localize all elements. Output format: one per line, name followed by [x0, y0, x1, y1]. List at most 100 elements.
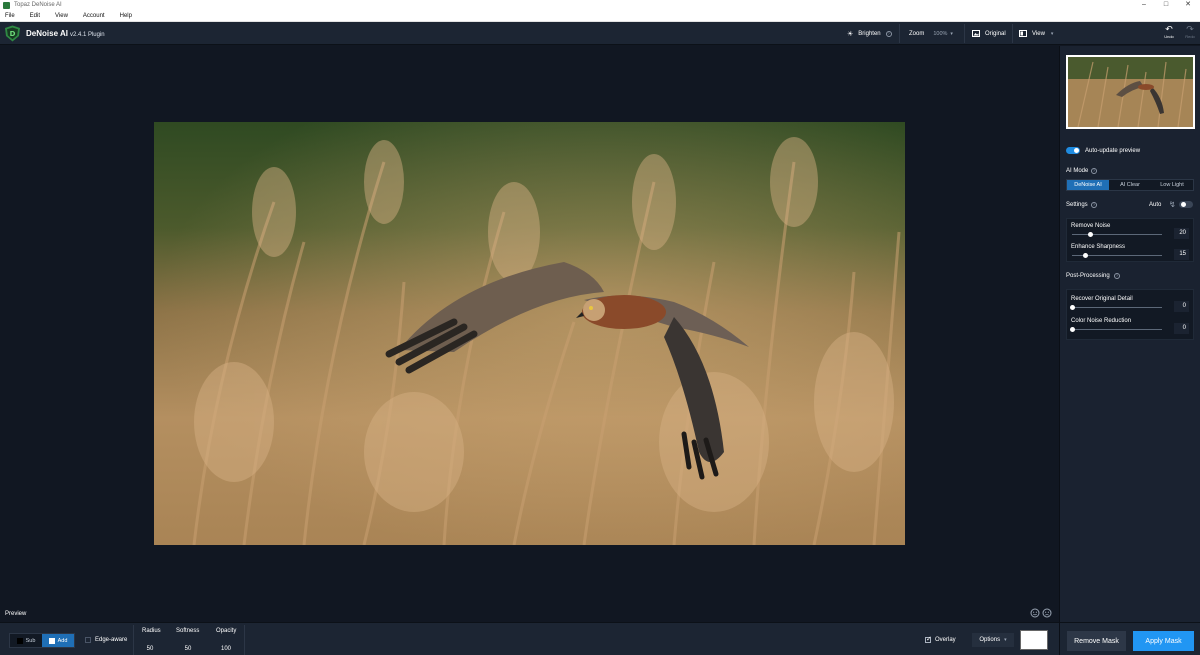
post-processing-group: Recover Original Detail 0 Color Noise Re… [1066, 289, 1194, 340]
app-version: v2.4.1 Plugin [69, 32, 105, 38]
divider [899, 24, 900, 43]
black-square-icon [16, 637, 23, 644]
enhance-sharpness-label: Enhance Sharpness [1071, 244, 1126, 250]
edge-aware-checkbox[interactable] [85, 637, 91, 643]
svg-text:D: D [10, 30, 16, 38]
undo-icon: ↶ [1165, 24, 1173, 34]
overlay-label: Overlay [935, 637, 956, 643]
softness-label: Softness [176, 628, 200, 634]
recover-detail-thumb[interactable] [1069, 305, 1075, 310]
sun-icon: ☀ [847, 30, 854, 38]
feedback-face-icon[interactable] [1042, 608, 1052, 618]
redo-label: Redo [1185, 34, 1195, 39]
menu-account[interactable]: Account [83, 13, 105, 19]
redo-button[interactable]: ↷ Redo [1182, 24, 1198, 40]
zoom-select[interactable]: Zoom 100% ▾ [906, 28, 956, 39]
menu-help[interactable]: Help [120, 13, 132, 19]
color-noise-value[interactable]: 0 [1174, 323, 1189, 334]
help-icon[interactable]: ? [1114, 273, 1120, 279]
app-header: D DeNoise AI v2.4.1 Plugin ☀ Brighten ? Z… [0, 22, 1200, 45]
divider [1012, 24, 1013, 43]
brighten-label: Brighten [858, 30, 881, 37]
enhance-sharpness-thumb[interactable] [1083, 253, 1088, 258]
navigator-thumbnail[interactable] [1066, 55, 1195, 129]
color-noise-thumb[interactable] [1069, 327, 1075, 332]
recover-detail-slider[interactable] [1069, 305, 1162, 310]
mode-low-light[interactable]: Low Light [1151, 180, 1193, 190]
options-select[interactable]: Options ▾ [972, 633, 1014, 647]
post-processing-label: Post-Processing [1066, 273, 1110, 279]
denoise-logo-icon: D [5, 25, 20, 42]
harrier-photo [154, 122, 905, 545]
window-title-bar: Topaz DeNoise AI – □ ✕ [0, 0, 1200, 10]
enhance-sharpness-value[interactable]: 15 [1174, 249, 1189, 260]
thumbnail-photo [1068, 57, 1193, 127]
ai-mode-label: AI Mode [1066, 168, 1089, 174]
remove-noise-slider[interactable] [1072, 232, 1162, 237]
sub-button[interactable]: Sub [10, 634, 42, 647]
undo-button[interactable]: ↶ Undo [1161, 24, 1177, 40]
close-icon[interactable]: ✕ [1177, 0, 1199, 10]
preview-label: Preview [5, 611, 27, 617]
mask-toolbar: Sub Add Edge-aware Radius 50 Softness 50… [0, 622, 1059, 655]
auto-settings-toggle[interactable] [1179, 201, 1193, 208]
redo-icon: ↷ [1186, 24, 1194, 34]
divider [964, 24, 965, 43]
sub-add-toggle: Sub Add [9, 633, 75, 648]
image-icon [972, 30, 980, 37]
remove-noise-thumb[interactable] [1087, 232, 1093, 237]
add-button[interactable]: Add [42, 634, 74, 647]
menu-edit[interactable]: Edit [30, 13, 40, 19]
menu-bar: File Edit View Account Help [0, 10, 1200, 22]
menu-file[interactable]: File [5, 13, 15, 19]
app-icon [3, 1, 10, 9]
original-label: Original [985, 30, 1006, 37]
chevron-down-icon: ▾ [1004, 637, 1007, 643]
minimize-icon[interactable]: – [1133, 0, 1155, 10]
compare-face-icon[interactable] [1030, 608, 1040, 618]
recover-detail-value[interactable]: 0 [1174, 301, 1189, 312]
original-button[interactable]: Original [972, 27, 1006, 40]
preview-image[interactable] [154, 122, 905, 545]
remove-mask-button[interactable]: Remove Mask [1067, 631, 1126, 651]
undo-label: Undo [1164, 34, 1174, 39]
settings-panel: Auto-update preview AI Mode ? DeNoise AI… [1059, 46, 1200, 655]
opacity-value[interactable]: 100 [211, 646, 241, 652]
divider [133, 625, 134, 655]
softness-value[interactable]: 50 [173, 646, 203, 652]
app-name: DeNoise AI v2.4.1 Plugin [26, 29, 105, 38]
mask-actions: Remove Mask Apply Mask [1060, 622, 1200, 655]
mode-denoise-ai[interactable]: DeNoise AI [1067, 180, 1109, 190]
help-icon[interactable]: ? [885, 30, 892, 37]
chevron-down-icon: ▾ [1050, 30, 1054, 37]
help-icon[interactable]: ? [1091, 202, 1097, 208]
auto-update-toggle[interactable] [1066, 147, 1080, 154]
edge-aware-label: Edge-aware [95, 637, 128, 643]
apply-mask-button[interactable]: Apply Mask [1133, 631, 1194, 651]
chevron-down-icon: ▾ [950, 30, 953, 37]
view-label: View [1032, 30, 1045, 37]
auto-label: Auto [1149, 202, 1162, 208]
enhance-sharpness-slider[interactable] [1072, 253, 1162, 258]
radius-value[interactable]: 50 [135, 646, 165, 652]
opacity-label: Opacity [216, 628, 237, 634]
auto-update-label: Auto-update preview [1085, 148, 1141, 154]
brighten-button[interactable]: ☀ Brighten ? [847, 27, 892, 40]
ai-mode-selector: DeNoise AI AI Clear Low Light [1066, 179, 1194, 191]
color-noise-slider[interactable] [1069, 327, 1162, 332]
window-title: Topaz DeNoise AI [14, 2, 62, 8]
mask-color-swatch[interactable] [1020, 630, 1048, 650]
overlay-checkbox[interactable]: ✓ [925, 636, 932, 643]
maximize-icon[interactable]: □ [1155, 0, 1177, 10]
settings-sliders-group: Remove Noise 20 Enhance Sharpness 15 [1066, 218, 1194, 262]
remove-noise-value[interactable]: 20 [1174, 228, 1189, 239]
recover-detail-label: Recover Original Detail [1071, 296, 1133, 302]
lightning-icon: ↯ [1169, 200, 1176, 209]
checkmark-icon: ✓ [926, 636, 932, 643]
mode-ai-clear[interactable]: AI Clear [1109, 180, 1151, 190]
view-select[interactable]: View ▾ [1019, 27, 1053, 40]
help-icon[interactable]: ? [1091, 168, 1097, 174]
preview-canvas[interactable]: Preview [0, 46, 1059, 622]
zoom-value: 100% [933, 30, 948, 37]
menu-view[interactable]: View [55, 13, 68, 19]
